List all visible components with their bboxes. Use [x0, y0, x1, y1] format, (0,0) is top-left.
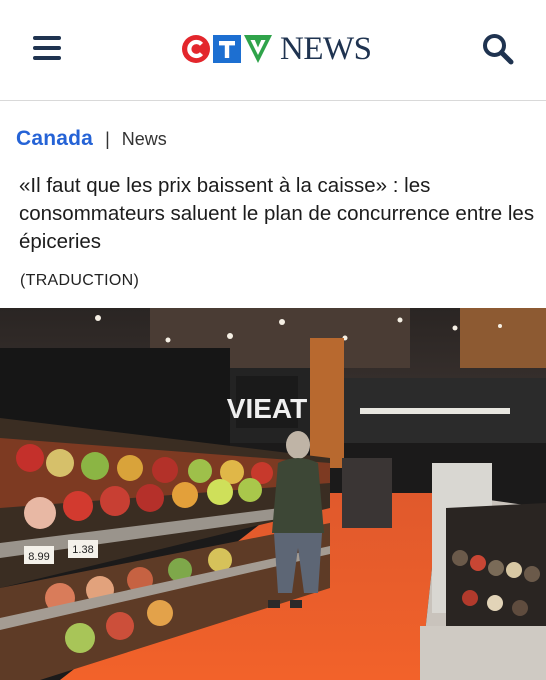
- search-icon[interactable]: [481, 32, 515, 66]
- ctv-logo-mark: [182, 35, 272, 63]
- translation-note: (TRADUCTION): [20, 272, 140, 289]
- breadcrumb: Canada | News: [16, 124, 167, 154]
- logo-wordmark: NEWS: [280, 30, 372, 67]
- site-header: NEWS: [0, 0, 546, 101]
- svg-text:1.38: 1.38: [72, 544, 93, 556]
- hamburger-menu-icon[interactable]: [33, 35, 61, 61]
- svg-text:8.99: 8.99: [28, 551, 49, 563]
- breadcrumb-subsection-link[interactable]: News: [122, 129, 167, 150]
- article-headline: «Il faut que les prix baissent à la cais…: [19, 174, 535, 253]
- ctv-news-logo[interactable]: NEWS: [182, 30, 372, 67]
- menu-bar: [33, 46, 61, 50]
- breadcrumb-separator: |: [105, 128, 110, 149]
- grocery-store-photo: VIEAT 8.99 1.38: [0, 308, 546, 680]
- menu-bar: [33, 56, 61, 60]
- menu-bar: [33, 36, 61, 40]
- breadcrumb-section-link[interactable]: Canada: [16, 127, 93, 151]
- price-tag: 8.99: [24, 546, 54, 564]
- store-sign-text: VIEAT: [227, 393, 307, 424]
- article-hero-image[interactable]: VIEAT 8.99 1.38: [0, 308, 546, 680]
- price-tag: 1.38: [68, 540, 98, 558]
- store-sign: VIEAT: [227, 376, 307, 428]
